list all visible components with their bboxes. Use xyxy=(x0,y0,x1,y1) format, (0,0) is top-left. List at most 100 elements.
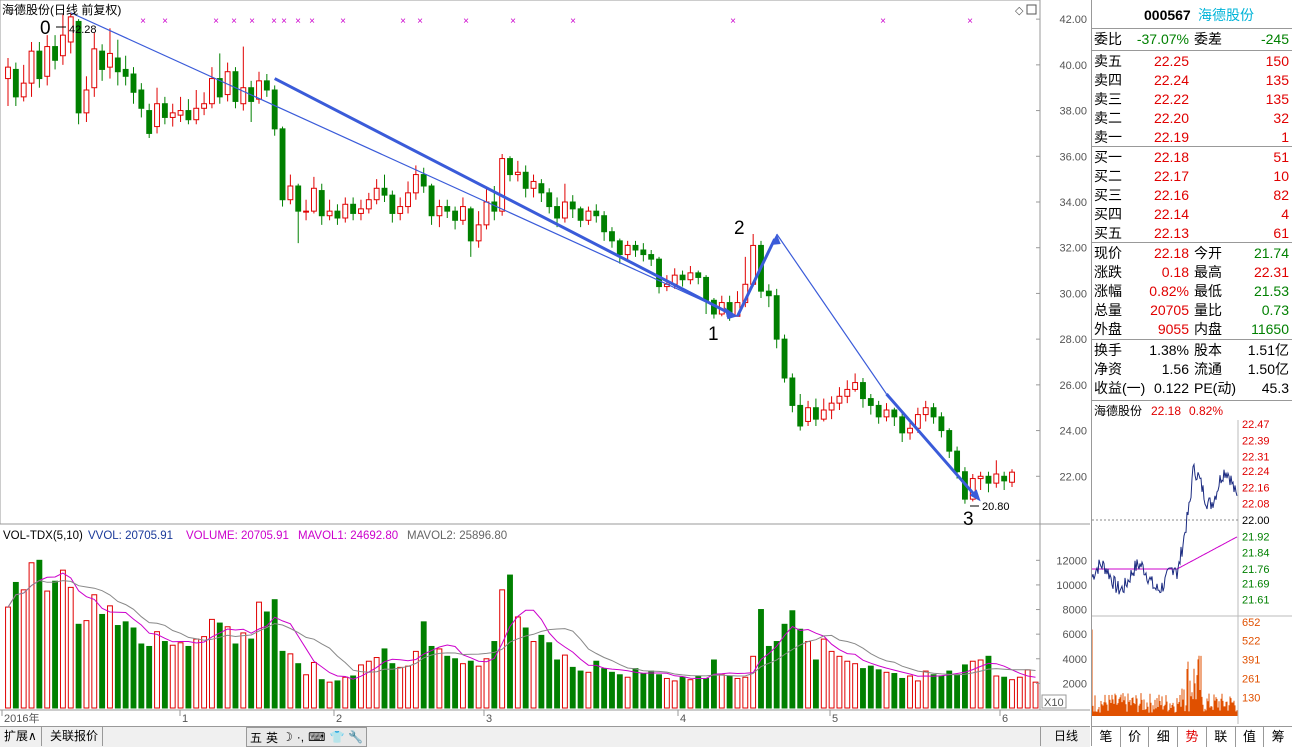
mini-price-label: 22.31 xyxy=(1242,452,1270,464)
quote-tab[interactable]: 势 xyxy=(1178,727,1207,747)
volume-bar-up xyxy=(483,658,490,709)
volume-bar-down xyxy=(99,613,106,709)
price-tick-label: 26.00 xyxy=(1059,380,1087,392)
candle-down xyxy=(656,258,662,288)
event-marker-icon[interactable]: × xyxy=(295,16,301,27)
bid-volume: 4 xyxy=(1281,206,1289,222)
mini-price-label: 21.69 xyxy=(1242,578,1270,590)
price-tick-label: 32.00 xyxy=(1059,243,1087,255)
volume-bar-down xyxy=(616,674,623,709)
quote-tab[interactable]: 细 xyxy=(1149,727,1179,747)
stat-value: 0.18 xyxy=(1161,264,1189,280)
candle-up xyxy=(561,201,568,219)
volume-bar-up xyxy=(836,655,843,709)
volume-bar-down xyxy=(522,627,529,709)
event-marker-icon[interactable]: × xyxy=(880,16,886,27)
vol-indicator-name[interactable]: VOL-TDX(5,10) xyxy=(3,530,83,542)
related-quote-tab[interactable]: 关联报价 xyxy=(46,727,104,746)
event-marker-icon[interactable]: × xyxy=(570,16,576,27)
event-marker-icon[interactable]: × xyxy=(510,16,516,27)
intraday-mini-chart[interactable]: 22.47 22.39 22.31 22.24 22.16 22.08 22.00 21.92… xyxy=(1092,420,1292,724)
event-marker-icon[interactable]: × xyxy=(140,16,146,27)
kline-chart-area[interactable]: 42.00 40.00 38.00 36.00 34.00 32.00 30.00 28.00… xyxy=(0,0,1090,746)
ime-moon-icon[interactable]: ☽ xyxy=(282,730,293,744)
volume-bar-down xyxy=(36,559,43,709)
volume-bar-down xyxy=(279,650,286,709)
event-marker-icon[interactable]: × xyxy=(162,16,168,27)
event-marker-icon[interactable]: × xyxy=(967,16,973,27)
event-marker-icon[interactable]: × xyxy=(271,16,277,27)
volume-bar-down xyxy=(146,645,153,709)
ime-settings-icon[interactable]: 🔧 xyxy=(348,730,363,744)
event-marker-icon[interactable]: × xyxy=(249,16,255,27)
volume-bar-down xyxy=(185,645,192,709)
ime-keyboard-icon[interactable]: ⌨ xyxy=(308,730,325,744)
candle-down xyxy=(616,240,623,256)
event-marker-icon[interactable]: × xyxy=(281,16,287,27)
volume-bar-down xyxy=(467,660,474,709)
volume-bar-down xyxy=(295,663,302,709)
kline-chart[interactable]: 42.00 40.00 38.00 36.00 34.00 32.00 30.00 28.00… xyxy=(0,0,1090,726)
event-marker-icon[interactable]: × xyxy=(213,16,219,27)
ime-punct-icon[interactable]: ·, xyxy=(297,730,304,744)
bid-price: 22.16 xyxy=(1153,187,1189,203)
ime-english-icon[interactable]: 英 xyxy=(266,729,278,746)
candle-up xyxy=(514,171,521,176)
volume-bar-down xyxy=(122,621,129,709)
candle-up xyxy=(805,407,811,422)
candle-down xyxy=(507,158,513,176)
candle-down xyxy=(452,210,459,221)
candle-up xyxy=(836,395,843,404)
volume-bar-up xyxy=(475,665,482,709)
volume-bar-up xyxy=(993,675,1000,709)
volume-bar-up xyxy=(514,616,521,709)
candle-down xyxy=(36,50,43,80)
quote-tab[interactable]: 联 xyxy=(1207,727,1236,747)
candle-down xyxy=(161,103,168,118)
quote-tab[interactable]: 价 xyxy=(1121,727,1150,747)
stat-value: 21.74 xyxy=(1253,245,1289,261)
stat-label: 涨幅 xyxy=(1094,283,1122,299)
candle-down xyxy=(130,73,137,93)
event-marker-icon[interactable]: × xyxy=(309,16,315,27)
ime-skin-icon[interactable]: 👕 xyxy=(329,730,344,744)
candle-up xyxy=(256,80,262,100)
candle-up xyxy=(405,192,411,208)
expand-tab[interactable]: 扩展∧ xyxy=(0,727,42,746)
candle-down xyxy=(522,171,529,189)
ime-toolbar[interactable]: 五 英 ☽ ·, ⌨ 👕 🔧 xyxy=(246,727,368,747)
diamond-icon[interactable]: ◇ xyxy=(1015,5,1024,17)
volume-bar-down xyxy=(577,670,584,709)
candle-up xyxy=(107,52,113,68)
event-marker-icon[interactable]: × xyxy=(400,16,406,27)
quote-tab[interactable]: 筹 xyxy=(1264,727,1292,747)
volume-bar-up xyxy=(67,586,74,709)
time-tick-label: 2 xyxy=(336,713,342,725)
stat-label: 总量 xyxy=(1094,302,1122,318)
quote-tab[interactable]: 值 xyxy=(1236,727,1265,747)
ask-price: 22.24 xyxy=(1153,72,1189,88)
event-marker-icon[interactable]: × xyxy=(730,16,736,27)
ime-wubi-icon[interactable]: 五 xyxy=(250,729,262,746)
volume-bar-down xyxy=(860,668,866,709)
candle-down xyxy=(679,274,686,281)
event-marker-icon[interactable]: × xyxy=(231,16,237,27)
mini-vol-label: 522 xyxy=(1242,636,1260,648)
volume-bar-up xyxy=(460,663,466,709)
candle-up xyxy=(342,203,349,219)
volume-bar-up xyxy=(193,638,200,709)
volume-bar-up xyxy=(59,569,66,709)
period-daily-tab[interactable]: 日线 xyxy=(1040,727,1091,746)
price-tick-label: 38.00 xyxy=(1059,106,1087,118)
mini-chart-title: 海德股份 22.18 0.82% xyxy=(1094,404,1224,418)
bid-price: 22.17 xyxy=(1153,168,1189,184)
candle-down xyxy=(954,450,961,473)
event-marker-icon[interactable]: × xyxy=(463,16,469,27)
candle-down xyxy=(703,276,710,301)
event-marker-icon[interactable]: × xyxy=(340,16,346,27)
quote-tab[interactable]: 笔 xyxy=(1092,727,1121,747)
volume-bar-down xyxy=(114,625,121,709)
mini-price-label: 21.76 xyxy=(1242,564,1270,576)
event-marker-icon[interactable]: × xyxy=(417,16,423,27)
stat-label: 量比 xyxy=(1194,302,1222,318)
